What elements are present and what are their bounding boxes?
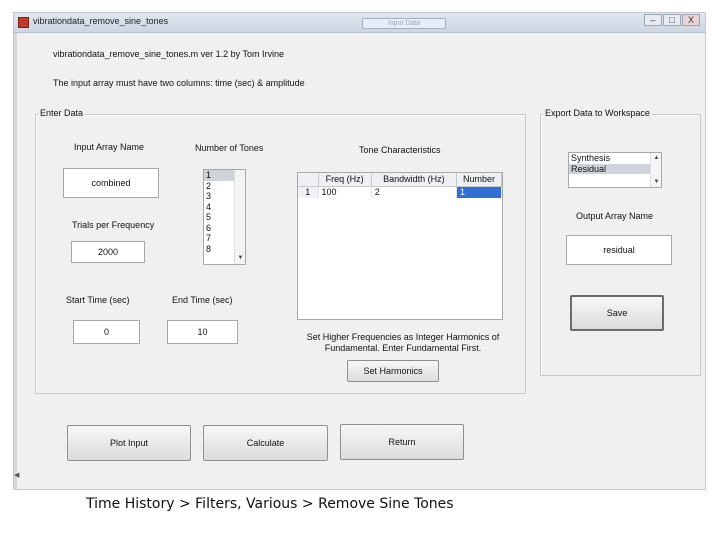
start-time-label: Start Time (sec) <box>66 295 130 305</box>
window-left-border <box>14 33 17 489</box>
breadcrumb-caption: Time History > Filters, Various > Remove… <box>86 496 454 512</box>
table-row[interactable]: 1 100 2 1 <box>298 186 502 198</box>
output-array-field[interactable]: residual <box>566 235 672 265</box>
table-cell-number[interactable]: 1 <box>456 186 502 198</box>
input-array-field[interactable]: combined <box>63 168 159 198</box>
scroll-down-icon[interactable]: ▼ <box>652 178 661 186</box>
window-title: vibrationdata_remove_sine_tones <box>33 16 169 26</box>
end-time-label: End Time (sec) <box>172 295 233 305</box>
number-of-tones-label: Number of Tones <box>195 143 264 153</box>
close-icon[interactable]: X <box>682 14 700 26</box>
tone-characteristics-label: Tone Characteristics <box>359 145 441 155</box>
tone-characteristics-table[interactable]: Freq (Hz) Bandwidth (Hz) Number 1 100 2 … <box>297 172 503 320</box>
table-header-bandwidth[interactable]: Bandwidth (Hz) <box>371 173 457 187</box>
end-time-field[interactable]: 10 <box>167 320 238 344</box>
table-corner-cell <box>298 173 319 187</box>
scroll-down-icon[interactable]: ▼ <box>236 254 245 262</box>
scroll-left-icon[interactable]: ◀ <box>14 471 20 485</box>
export-panel-title: Export Data to Workspace <box>543 108 652 118</box>
table-header-freq[interactable]: Freq (Hz) <box>318 173 372 187</box>
output-array-label: Output Array Name <box>576 211 654 221</box>
matlab-app-icon <box>18 17 29 28</box>
table-cell-freq[interactable]: 100 <box>318 186 372 198</box>
scroll-up-icon[interactable]: ▲ <box>652 154 661 162</box>
app-window: vibrationdata_remove_sine_tones Input Da… <box>13 12 706 490</box>
start-time-field[interactable]: 0 <box>73 320 140 344</box>
save-button[interactable]: Save <box>570 295 664 331</box>
return-button[interactable]: Return <box>340 424 464 460</box>
input-array-label: Input Array Name <box>74 142 145 152</box>
export-option[interactable]: Residual <box>569 163 661 174</box>
tones-scrollbar[interactable]: ▼ <box>234 170 245 264</box>
table-cell-bandwidth[interactable]: 2 <box>371 186 457 198</box>
set-harmonics-button[interactable]: Set Harmonics <box>347 360 439 382</box>
table-row-header: 1 <box>298 186 319 198</box>
minimize-icon[interactable]: – <box>644 14 662 26</box>
background-window-button: Input Data <box>362 18 446 29</box>
harmonics-note: Set Higher Frequencies as Integer Harmon… <box>306 332 500 353</box>
enter-data-panel-title: Enter Data <box>38 108 86 118</box>
number-of-tones-listbox[interactable]: 12345678 ▼ <box>203 169 246 265</box>
input-format-note: The input array must have two columns: t… <box>53 78 305 88</box>
plot-input-button[interactable]: Plot Input <box>67 425 191 461</box>
trials-per-frequency-field[interactable]: 2000 <box>71 241 145 263</box>
trials-per-frequency-label: Trials per Frequency <box>72 220 155 230</box>
calculate-button[interactable]: Calculate <box>203 425 328 461</box>
program-version-text: vibrationdata_remove_sine_tones.m ver 1.… <box>53 49 284 59</box>
table-header-number[interactable]: Number <box>456 173 502 187</box>
maximize-icon[interactable]: □ <box>663 14 681 26</box>
export-listbox[interactable]: Synthesis Residual ▲ ▼ <box>568 152 662 188</box>
export-option[interactable]: Synthesis <box>569 153 661 164</box>
window-titlebar: vibrationdata_remove_sine_tones Input Da… <box>14 13 705 33</box>
export-scrollbar[interactable]: ▲ ▼ <box>650 153 661 187</box>
